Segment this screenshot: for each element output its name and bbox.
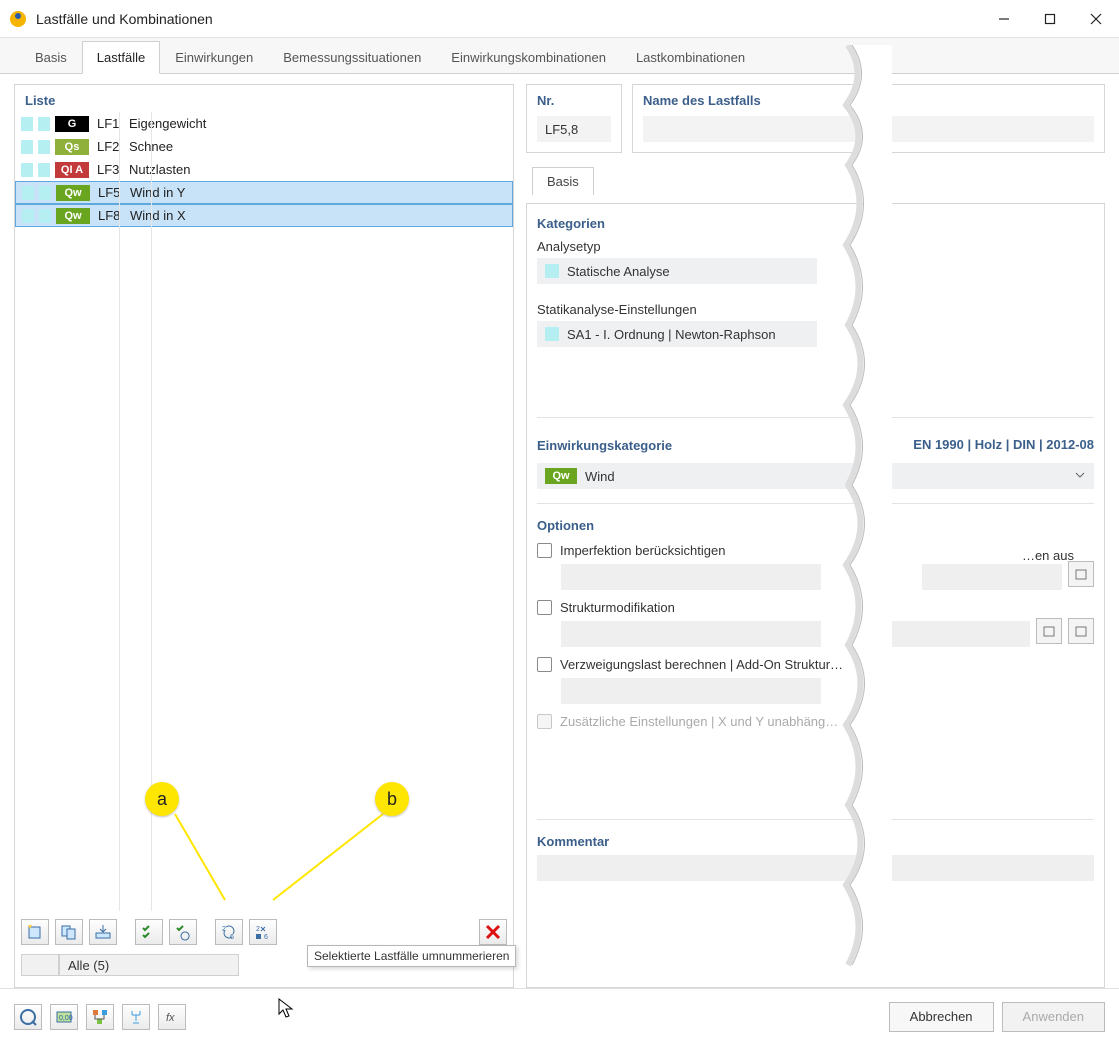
tree-button[interactable]	[86, 1004, 114, 1030]
filter-prev-button[interactable]	[21, 954, 59, 976]
content-area: Liste G LF1 Eigengewicht Qs LF2 Schnee	[0, 74, 1119, 988]
checkbox[interactable]	[537, 543, 552, 558]
einwirk-heading: Einwirkungskategorie	[537, 438, 672, 453]
edit-button[interactable]	[1068, 618, 1094, 644]
name-box: Name des Lastfalls	[632, 84, 1105, 153]
einwirk-value: Wind	[585, 469, 615, 484]
svg-text:6: 6	[264, 934, 268, 941]
checkbox	[537, 714, 552, 729]
calc-button[interactable]	[122, 1004, 150, 1030]
delete-button[interactable]	[479, 919, 507, 945]
panel-list: Liste G LF1 Eigengewicht Qs LF2 Schnee	[14, 84, 514, 988]
checkbox[interactable]	[537, 600, 552, 615]
kommentar-input[interactable]	[537, 855, 1094, 881]
copy-button[interactable]	[55, 919, 83, 945]
titlebar: Lastfälle und Kombinationen	[0, 0, 1119, 38]
option-imperfektion[interactable]: Imperfektion berücksichtigen	[537, 543, 1094, 558]
optionen-heading: Optionen	[537, 518, 1094, 533]
statik-value: SA1 - I. Ordnung | Newton-Raphson	[567, 327, 776, 342]
new-button[interactable]	[21, 919, 49, 945]
option-label: Zusätzliche Einstellungen | X und Y unab…	[560, 714, 838, 729]
window: Lastfälle und Kombinationen Basis Lastfä…	[0, 0, 1119, 1044]
chevron-down-icon	[1074, 469, 1086, 484]
nr-label: Nr.	[527, 85, 621, 110]
tab-lastkomb[interactable]: Lastkombinationen	[621, 41, 760, 73]
analyse-dropdown[interactable]: Statische Analyse	[537, 258, 817, 284]
cancel-button[interactable]: Abbrechen	[889, 1002, 994, 1032]
filter-dropdown[interactable]: Alle (5)	[59, 954, 239, 976]
name-label: Name des Lastfalls	[633, 85, 1104, 110]
svg-text:0,00: 0,00	[59, 1015, 73, 1022]
apply-button[interactable]: Anwenden	[1002, 1002, 1105, 1032]
name-input[interactable]	[643, 116, 1094, 142]
tooltip: Selektierte Lastfälle umnummerieren	[307, 945, 516, 967]
option-label: Verzweigungslast berechnen | Add-On Stru…	[560, 657, 843, 672]
option-label: Imperfektion berücksichtigen	[560, 543, 725, 558]
option-zusaetzlich: Zusätzliche Einstellungen | X und Y unab…	[537, 714, 1094, 729]
option-input[interactable]	[561, 564, 821, 590]
analyse-value: Statische Analyse	[567, 264, 670, 279]
import-button[interactable]	[89, 919, 117, 945]
kommentar-heading: Kommentar	[537, 834, 1094, 849]
statik-dropdown[interactable]: SA1 - I. Ordnung | Newton-Raphson	[537, 321, 817, 347]
tab-einwirkungen[interactable]: Einwirkungen	[160, 41, 268, 73]
list-toolbar: 26 26 Selektierte Lastfälle umnummeriere…	[15, 911, 513, 987]
fx-button[interactable]: fx	[158, 1004, 186, 1030]
detail-subtabs: Basis	[526, 161, 1105, 195]
option-verzweigung[interactable]: Verzweigungslast berechnen | Add-On Stru…	[537, 657, 1094, 672]
option-label: Strukturmodifikation	[560, 600, 675, 615]
main-tabstrip: Basis Lastfälle Einwirkungen Bemessungss…	[0, 38, 1119, 74]
app-icon	[8, 9, 28, 29]
close-button[interactable]	[1073, 0, 1119, 38]
design-code: EN 1990 | Holz | DIN | 2012-08	[913, 437, 1094, 452]
annotation-a: a	[145, 782, 179, 816]
kategorien-heading: Kategorien	[537, 216, 1094, 231]
swatch-icon	[545, 264, 559, 278]
nr-box: Nr. LF5,8	[526, 84, 622, 153]
edit-button[interactable]	[1036, 618, 1062, 644]
subtab-basis[interactable]: Basis	[532, 167, 594, 195]
einwirk-dropdown[interactable]: Qw Wind	[537, 463, 1094, 489]
analyse-label: Analysetyp	[537, 239, 1094, 254]
deselect-button[interactable]	[169, 919, 197, 945]
detail-body: Kategorien Analysetyp Statische Analyse …	[526, 203, 1105, 988]
select-all-button[interactable]	[135, 919, 163, 945]
nr-input[interactable]: LF5,8	[537, 116, 611, 142]
footer: 0,00 fx Abbrechen Anwenden	[0, 988, 1119, 1044]
annotation-b: b	[375, 782, 409, 816]
option-input-right[interactable]	[890, 621, 1030, 647]
svg-text:2: 2	[256, 926, 260, 933]
tab-bemessung[interactable]: Bemessungssituationen	[268, 41, 436, 73]
renumber-selected-button[interactable]: 26	[249, 919, 277, 945]
tab-basis[interactable]: Basis	[20, 41, 82, 73]
right-text-fragment: …en aus	[1022, 548, 1074, 563]
statik-label: Statikanalyse-Einstellungen	[537, 302, 1094, 317]
renumber-all-button[interactable]: 26	[215, 919, 243, 945]
list-heading: Liste	[15, 85, 513, 112]
cursor-icon	[278, 998, 294, 1020]
swatch-icon	[545, 327, 559, 341]
window-title: Lastfälle und Kombinationen	[36, 11, 213, 27]
tab-lastfaelle[interactable]: Lastfälle	[82, 41, 160, 74]
units-button[interactable]: 0,00	[50, 1004, 78, 1030]
option-input[interactable]	[561, 678, 821, 704]
option-input[interactable]	[561, 621, 821, 647]
help-button[interactable]	[14, 1004, 42, 1030]
minimize-button[interactable]	[981, 0, 1027, 38]
filter-label: Alle (5)	[68, 958, 109, 973]
svg-text:fx: fx	[166, 1012, 175, 1024]
category-badge: Qw	[545, 468, 577, 484]
maximize-button[interactable]	[1027, 0, 1073, 38]
option-input-right[interactable]	[922, 564, 1062, 590]
option-strukturmod[interactable]: Strukturmodifikation	[537, 600, 1094, 615]
loadcase-list[interactable]: G LF1 Eigengewicht Qs LF2 Schnee QI A LF…	[15, 112, 513, 911]
tab-einwirkkomb[interactable]: Einwirkungskombinationen	[436, 41, 621, 73]
edit-button[interactable]	[1068, 561, 1094, 587]
panel-details: Nr. LF5,8 Name des Lastfalls Basis Kateg…	[526, 84, 1105, 988]
checkbox[interactable]	[537, 657, 552, 672]
